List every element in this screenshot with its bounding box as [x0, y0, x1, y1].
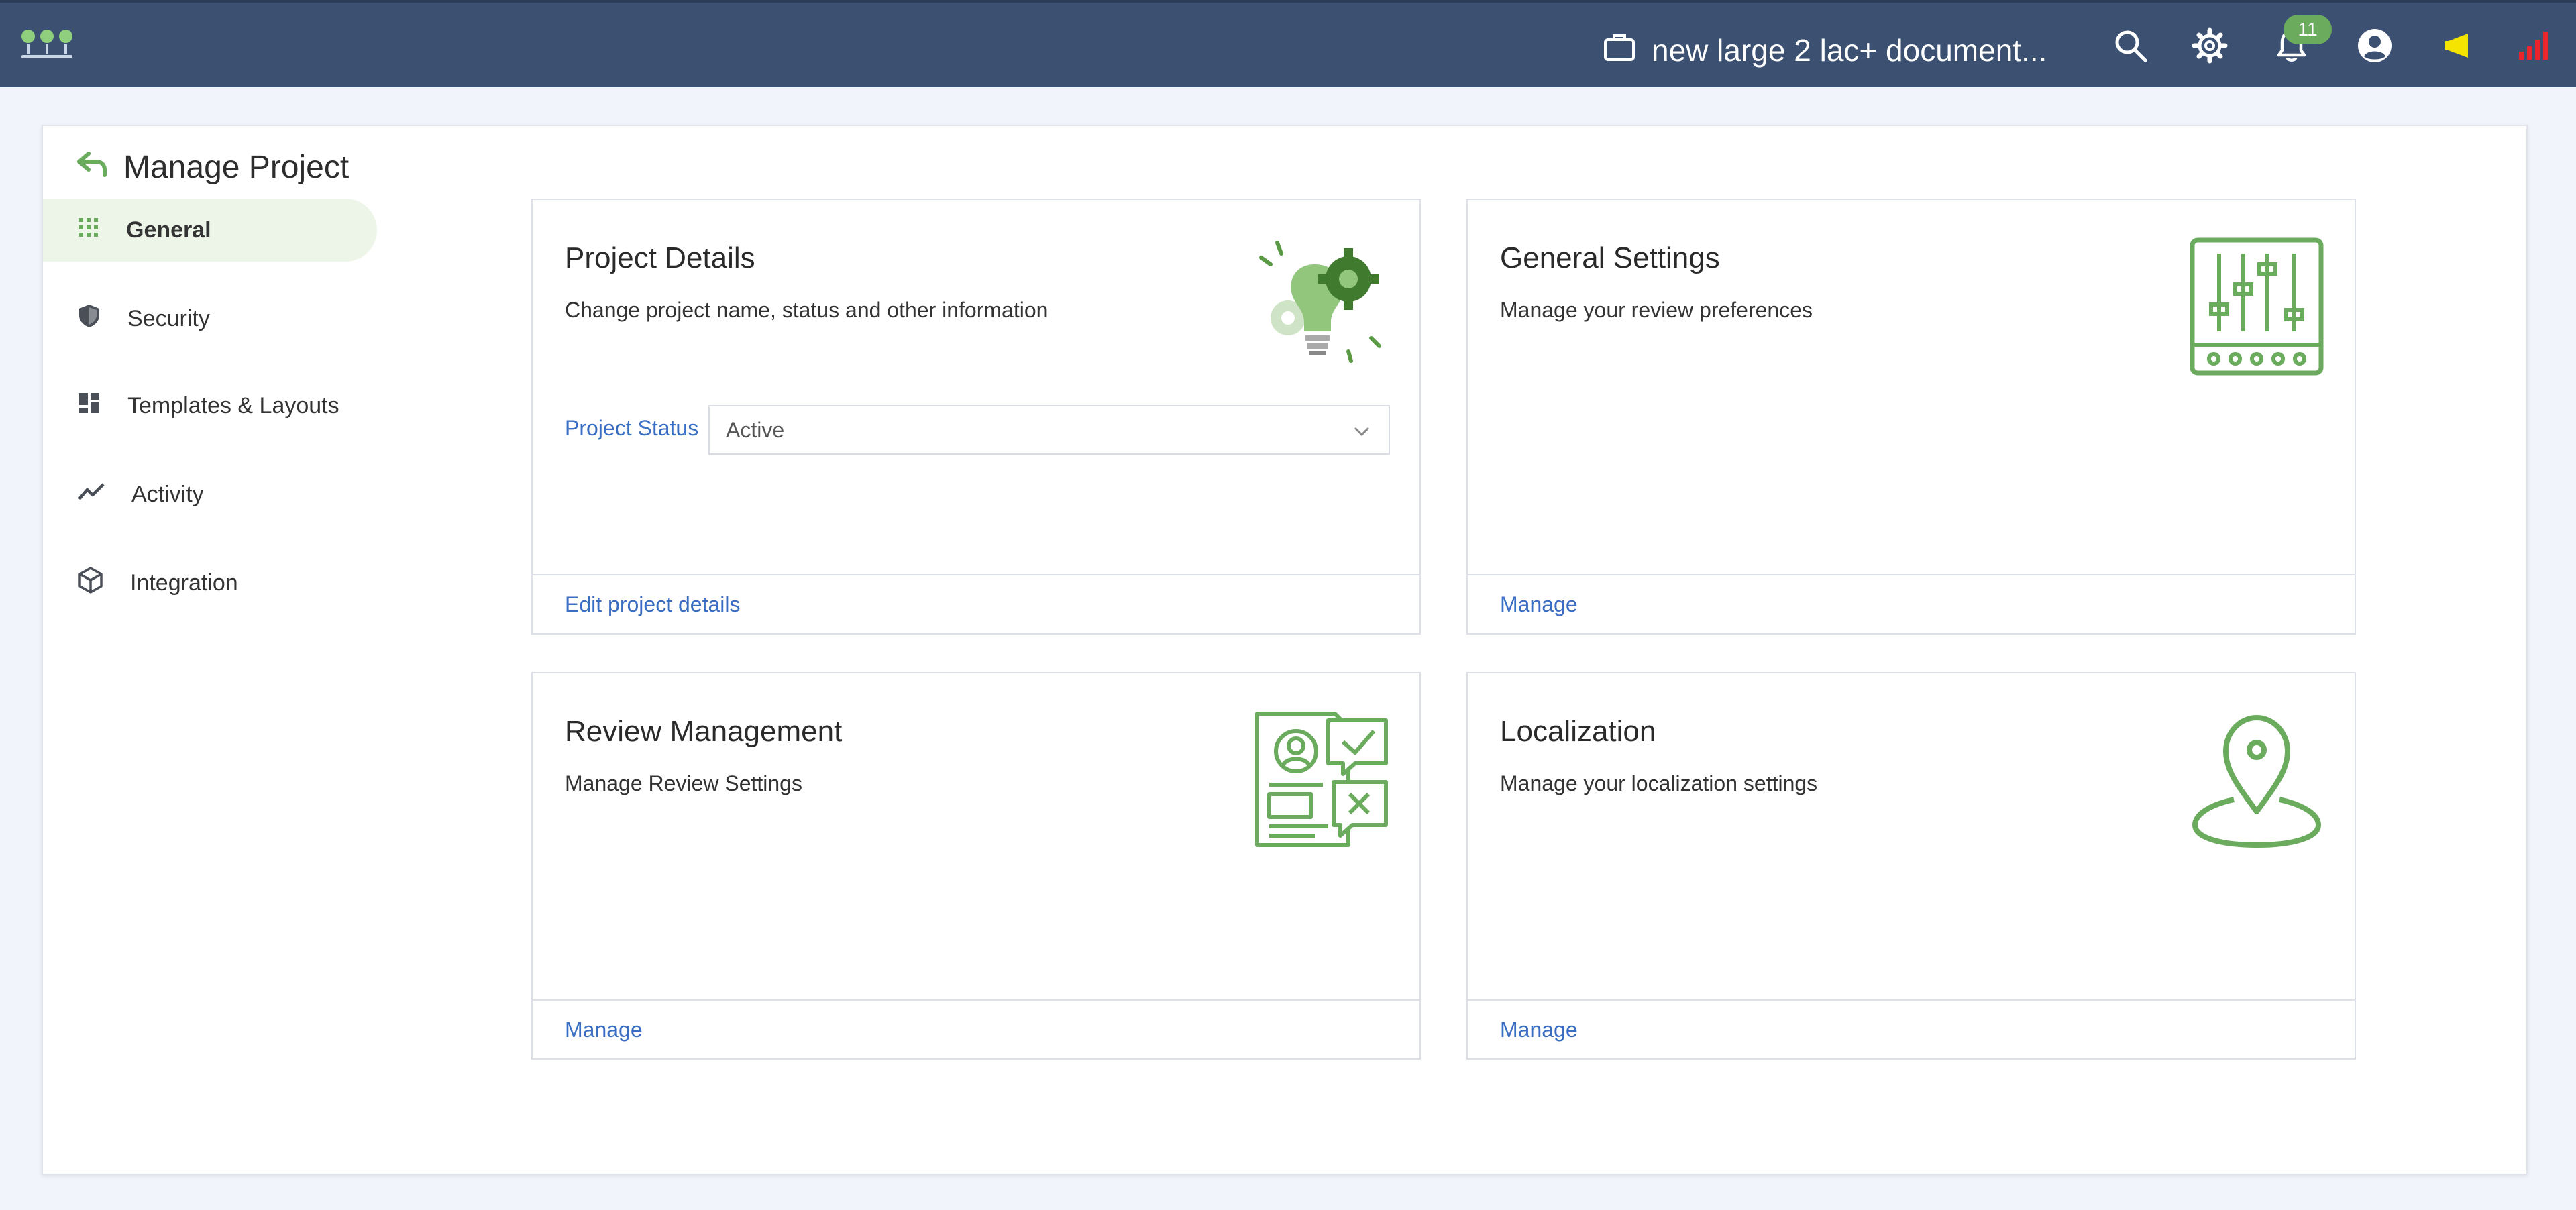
search-icon[interactable]	[2109, 24, 2152, 67]
sidebar-item-templates-layouts[interactable]: Templates & Layouts	[43, 374, 378, 437]
megaphone-icon[interactable]	[2439, 24, 2482, 67]
activity-icon	[78, 482, 105, 508]
layout-icon	[78, 392, 101, 421]
edit-project-details-link[interactable]: Edit project details	[565, 592, 740, 617]
sidebar-item-label: Templates & Layouts	[127, 392, 339, 419]
sliders-icon	[2190, 237, 2324, 379]
review-management-card: Review Management Manage Review Settings	[531, 672, 1421, 1060]
review-document-icon	[1254, 711, 1389, 852]
card-title: General Settings	[1500, 241, 1720, 274]
localization-card: Localization Manage your localization se…	[1466, 672, 2356, 1060]
page-title: Manage Project	[123, 149, 350, 185]
user-icon[interactable]	[2353, 24, 2396, 67]
project-status-label: Project Status	[565, 416, 699, 440]
manage-project-panel: Manage Project General Security Template…	[42, 125, 2528, 1175]
location-pin-icon	[2190, 711, 2324, 852]
card-footer: Manage	[1468, 574, 2355, 633]
project-status-select[interactable]: Active	[708, 405, 1390, 455]
localization-manage-link[interactable]: Manage	[1500, 1018, 1578, 1042]
notification-badge: 11	[2284, 15, 2332, 44]
sidebar-item-label: Activity	[131, 481, 204, 507]
card-description: Manage your review preferences	[1500, 298, 1813, 322]
chevron-down-icon	[1352, 421, 1371, 446]
card-title: Project Details	[565, 241, 755, 274]
sidebar-item-integration[interactable]: Integration	[43, 551, 378, 614]
general-settings-card: General Settings Manage your review pref…	[1466, 199, 2356, 635]
project-status-value: Active	[726, 417, 785, 442]
general-settings-manage-link[interactable]: Manage	[1500, 592, 1578, 617]
project-name-label: new large 2 lac+ document...	[1652, 33, 2047, 68]
project-switcher[interactable]: new large 2 lac+ document...	[1603, 27, 2047, 74]
sidebar-item-label: Security	[127, 305, 210, 331]
sidebar-item-security[interactable]: Security	[43, 287, 378, 350]
back-arrow-icon[interactable]	[76, 149, 107, 186]
sidebar-item-label: Integration	[130, 569, 238, 596]
sidebar-item-activity[interactable]: Activity	[43, 463, 378, 526]
cube-icon	[78, 566, 103, 600]
logo-icon[interactable]	[20, 27, 74, 63]
card-description: Manage Review Settings	[565, 771, 802, 795]
card-description: Change project name, status and other in…	[565, 298, 1049, 322]
card-footer: Edit project details	[533, 574, 1419, 633]
card-footer: Manage	[533, 999, 1419, 1058]
card-description: Manage your localization settings	[1500, 771, 1818, 795]
signal-icon[interactable]	[2513, 24, 2556, 67]
sidebar-item-general[interactable]: General	[43, 199, 377, 262]
project-details-card: Project Details Change project name, sta…	[531, 199, 1421, 635]
card-footer: Manage	[1468, 999, 2355, 1058]
lightbulb-gear-icon	[1248, 237, 1389, 375]
review-management-manage-link[interactable]: Manage	[565, 1018, 643, 1042]
top-bar: new large 2 lac+ document... 11	[0, 0, 2576, 87]
page-header: Manage Project	[76, 144, 349, 190]
grid-icon	[78, 217, 99, 244]
sidebar-item-label: General	[126, 217, 211, 243]
card-title: Localization	[1500, 715, 1656, 748]
card-title: Review Management	[565, 715, 843, 748]
gear-icon[interactable]	[2188, 24, 2231, 67]
shield-icon	[78, 303, 101, 335]
briefcase-icon	[1603, 32, 1635, 69]
